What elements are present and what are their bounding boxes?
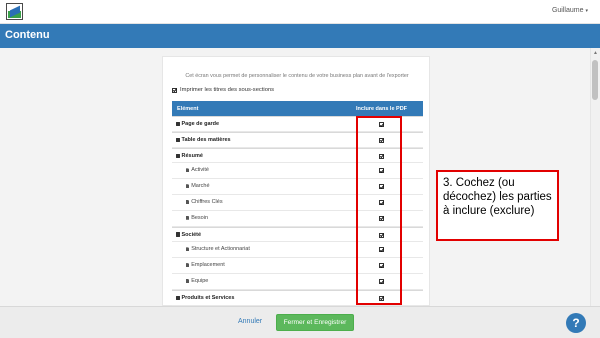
top-bar: Guillaume ▾: [0, 0, 600, 24]
row-label-text: Marché: [191, 183, 210, 190]
row-label: Produits et Services: [176, 295, 234, 301]
row-label-text: Emplacement: [191, 262, 225, 269]
book-icon: [176, 232, 180, 237]
row-label: Table des matières: [176, 137, 231, 143]
scroll-up-arrow-icon[interactable]: ▲: [593, 50, 598, 56]
row-label-text: Produits et Services: [181, 294, 235, 301]
row-label-text: Société: [181, 231, 202, 238]
table-header: Elément Inclure dans le PDF: [172, 101, 423, 116]
highlight-box-include-column: [356, 116, 402, 305]
print-titles-checkbox[interactable]: [172, 87, 177, 93]
row-label-text: Chiffres Clés: [191, 198, 223, 205]
row-label: Résumé: [176, 153, 203, 159]
app-logo[interactable]: [6, 3, 23, 20]
row-label: Equipe: [186, 278, 208, 284]
book-icon: [176, 295, 180, 300]
intro-text: Cet écran vous permet de personnaliser l…: [185, 73, 409, 79]
help-icon[interactable]: ?: [566, 313, 586, 333]
footer-bar: Annuler Fermer et Enregistrer ?: [0, 306, 600, 338]
row-label: Marché: [186, 183, 210, 189]
row-label-text: Résumé: [181, 152, 203, 159]
document-icon: [186, 184, 190, 189]
row-label: Activité: [186, 167, 209, 173]
document-icon: [186, 263, 190, 268]
row-label-text: Table des matières: [181, 136, 231, 143]
page-title: Contenu: [5, 29, 50, 41]
row-label: Emplacement: [186, 262, 225, 268]
book-icon: [176, 137, 180, 142]
row-label-text: Equipe: [191, 277, 209, 284]
print-titles-label: Imprimer les titres des sous-sections: [180, 87, 275, 93]
user-menu[interactable]: Guillaume ▾: [552, 7, 588, 14]
instruction-callout: 3. Cochez (ou décochez) les parties à in…: [436, 170, 559, 241]
row-label: Chiffres Clés: [186, 199, 223, 205]
row-label-text: Activité: [191, 167, 209, 174]
column-header-include: Inclure dans le PDF: [356, 106, 408, 112]
chevron-down-icon: ▾: [585, 7, 588, 14]
row-label: Besoin: [186, 215, 208, 221]
save-and-close-button[interactable]: Fermer et Enregistrer: [276, 314, 354, 331]
document-icon: [186, 199, 190, 204]
document-icon: [186, 247, 190, 252]
column-header-element: Elément: [177, 106, 199, 112]
print-titles-option[interactable]: Imprimer les titres des sous-sections: [172, 87, 274, 93]
cancel-button[interactable]: Annuler: [238, 318, 262, 325]
book-icon: [176, 121, 180, 127]
document-icon: [186, 168, 190, 173]
row-label-text: Structure et Actionnariat: [191, 246, 250, 253]
row-label: Société: [176, 232, 201, 238]
book-icon: [176, 153, 180, 158]
document-icon: [186, 215, 190, 220]
row-label-text: Page de garde: [181, 121, 220, 127]
scrollbar-thumb[interactable]: [592, 60, 598, 100]
page-header: Contenu: [0, 24, 600, 48]
row-label-text: Besoin: [191, 214, 209, 221]
row-label: Structure et Actionnariat: [186, 246, 250, 252]
user-name: Guillaume: [551, 7, 584, 14]
document-icon: [186, 278, 190, 283]
row-label: Page de garde: [176, 121, 219, 127]
